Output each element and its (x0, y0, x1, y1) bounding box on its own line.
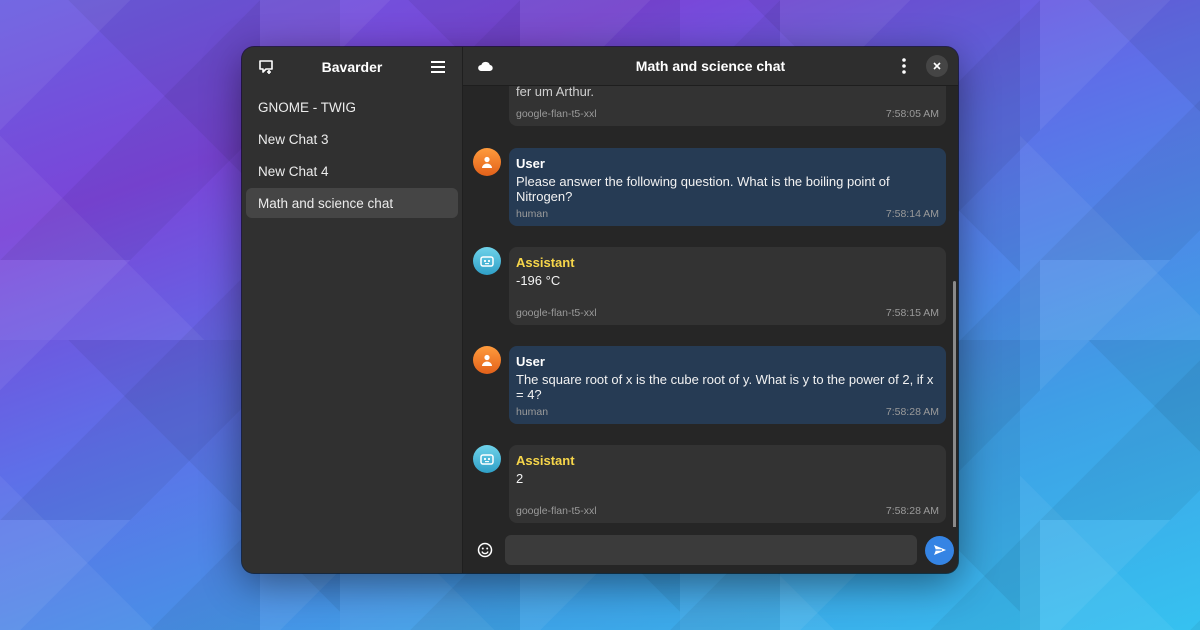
message-meta: google-flan-t5-xxl 7:58:15 AM (516, 307, 939, 319)
message-source: google-flan-t5-xxl (516, 108, 597, 120)
message-assistant: fer um Arthur. google-flan-t5-xxl 7:58:0… (473, 86, 946, 126)
message-time: 7:58:14 AM (885, 208, 939, 220)
chat-header: Math and science chat (463, 47, 958, 86)
message-source: google-flan-t5-xxl (516, 505, 597, 517)
person-icon (482, 156, 492, 168)
message-bubble: Assistant 2 google-flan-t5-xxl 7:58:28 A… (509, 445, 946, 523)
message-meta: human 7:58:14 AM (516, 208, 939, 220)
message-user: User The square root of x is the cube ro… (473, 346, 946, 424)
hamburger-menu-icon[interactable] (426, 55, 450, 79)
message-time: 7:58:05 AM (885, 108, 939, 120)
chat-pane: Math and science chat fer um Arthur. goo… (463, 47, 958, 573)
message-meta: google-flan-t5-xxl 7:58:28 AM (516, 505, 939, 517)
message-source: google-flan-t5-xxl (516, 307, 597, 319)
message-bubble: User Please answer the following questio… (509, 148, 946, 226)
message-text: The square root of x is the cube root of… (516, 372, 934, 402)
composer (463, 527, 958, 573)
message-input[interactable] (505, 535, 917, 565)
send-icon (933, 545, 946, 555)
chat-item-new-chat-3[interactable]: New Chat 3 (246, 124, 458, 154)
message-time: 7:58:15 AM (885, 307, 939, 319)
chat-item-label: New Chat 3 (258, 131, 329, 147)
cloud-icon[interactable] (473, 54, 497, 78)
chat-title: Math and science chat (635, 58, 786, 74)
message-bubble: User The square root of x is the cube ro… (509, 346, 946, 424)
app-title: Bavarder (321, 58, 383, 75)
message-text: Please answer the following question. Wh… (516, 174, 890, 204)
user-avatar (473, 148, 501, 176)
message-time: 7:58:28 AM (885, 505, 939, 517)
message-text: -196 °C (516, 273, 561, 288)
emoji-icon[interactable] (473, 538, 497, 562)
message-source: human (516, 406, 549, 418)
message-text: fer um Arthur. (516, 86, 595, 99)
message-time: 7:58:28 AM (885, 406, 939, 418)
chat-item-label: GNOME - TWIG (258, 99, 356, 115)
chat-item-label: Math and science chat (258, 195, 394, 211)
message-assistant: Assistant 2 google-flan-t5-xxl 7:58:28 A… (473, 445, 946, 523)
sidebar-header: Bavarder (242, 47, 462, 86)
robot-icon (480, 256, 494, 267)
assistant-avatar (473, 445, 501, 473)
message-meta: google-flan-t5-xxl 7:58:05 AM (516, 108, 939, 120)
close-button[interactable] (926, 55, 948, 77)
close-icon (933, 62, 941, 70)
message-author: Assistant (516, 453, 575, 468)
kebab-menu-icon[interactable] (892, 54, 916, 78)
message-bubble: Assistant -196 °C google-flan-t5-xxl 7:5… (509, 247, 946, 325)
bavarder-window: Bavarder GNOME - TWIG New Chat 3 New Cha… (242, 47, 958, 573)
message-meta: human 7:58:28 AM (516, 406, 939, 418)
message-list[interactable]: fer um Arthur. google-flan-t5-xxl 7:58:0… (463, 86, 958, 527)
message-bubble: fer um Arthur. google-flan-t5-xxl 7:58:0… (509, 86, 946, 126)
message-text: 2 (516, 471, 524, 486)
chat-item-label: New Chat 4 (258, 163, 329, 179)
scrollbar[interactable] (953, 281, 956, 527)
chat-item-new-chat-4[interactable]: New Chat 4 (246, 156, 458, 186)
chat-item-gnome-twig[interactable]: GNOME - TWIG (246, 92, 458, 122)
send-button[interactable] (925, 535, 954, 565)
sidebar: Bavarder GNOME - TWIG New Chat 3 New Cha… (242, 47, 463, 573)
message-user: User Please answer the following questio… (473, 148, 946, 226)
chat-list: GNOME - TWIG New Chat 3 New Chat 4 Math … (242, 86, 462, 224)
person-icon (482, 354, 492, 366)
message-source: human (516, 208, 549, 220)
user-avatar (473, 346, 501, 374)
assistant-avatar (473, 247, 501, 275)
message-author: User (516, 156, 545, 171)
chat-item-math-and-science[interactable]: Math and science chat (246, 188, 458, 218)
message-author: User (516, 354, 545, 369)
message-assistant: Assistant -196 °C google-flan-t5-xxl 7:5… (473, 247, 946, 325)
message-author: Assistant (516, 255, 575, 270)
robot-icon (480, 454, 494, 465)
new-chat-icon[interactable] (254, 55, 278, 79)
